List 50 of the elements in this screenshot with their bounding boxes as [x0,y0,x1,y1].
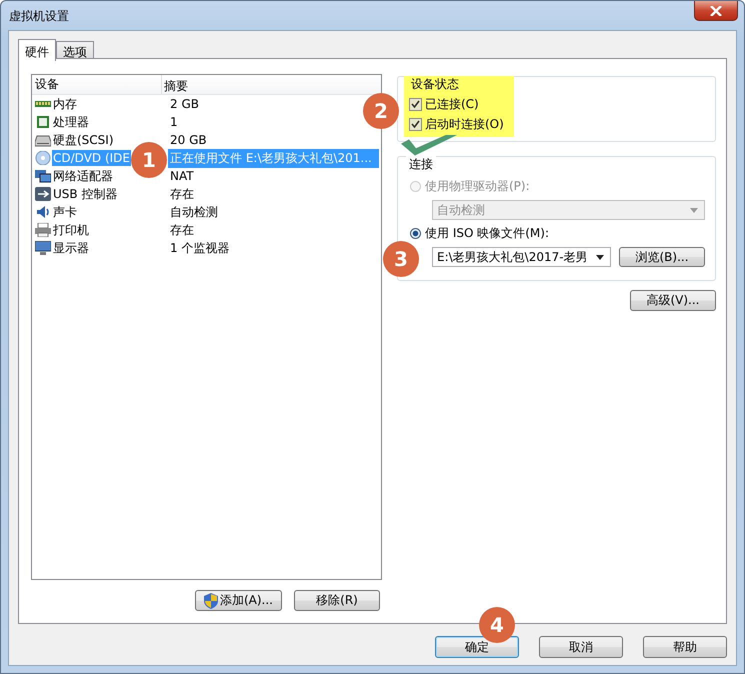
tab[interactable]: 选项 [56,41,94,59]
advanced-button[interactable]: 高级(V)... [630,290,716,311]
device-summary[interactable]: 2 GB [168,96,200,112]
device-name[interactable]: 显示器 [52,238,90,258]
device-button[interactable]: 添加(A)... [194,590,282,611]
checkbox[interactable] [409,98,422,111]
speaker-icon [35,205,51,219]
checkbox[interactable] [409,118,422,131]
device-summary[interactable]: NAT [168,168,195,184]
checkmark-icon [401,135,457,157]
usb-icon [35,187,51,201]
printer-icon [35,223,51,237]
device-button[interactable]: 移除(R) [294,590,380,611]
device-name[interactable]: 打印机 [52,220,90,240]
device-name[interactable]: USB 控制器 [52,184,118,204]
checkbox-label: 已连接(C) [425,96,479,113]
device-summary[interactable]: 1 [168,114,179,130]
dialog-button[interactable]: 帮助 [643,636,727,658]
group-title: 设备状态 [410,76,460,93]
dropdown-arrow-icon [690,208,698,212]
checkbox-label: 启动时连接(O) [425,116,504,133]
column-header[interactable]: 设备 [32,75,162,94]
column-header[interactable]: 摘要 [162,75,379,94]
radio-button[interactable] [410,228,421,239]
device-name[interactable]: 内存 [52,94,78,114]
dialog-button[interactable]: 取消 [539,636,623,658]
network-icon [35,169,51,183]
device-name[interactable]: 网络适配器 [52,166,114,186]
dialog-button[interactable]: 确定 [435,636,519,658]
device-summary[interactable]: 自动检测 [168,202,219,222]
monitor-icon [35,241,51,255]
device-summary[interactable]: 20 GB [168,132,208,148]
radio-label: 使用物理驱动器(P): [425,178,530,195]
device-summary[interactable]: 1 个监视器 [168,238,230,258]
path-dropdown[interactable]: E:\老男孩大礼包\2017-老男 [432,247,611,267]
group-title: 连接 [406,156,436,173]
shield-icon [204,592,218,608]
browse-button[interactable]: 浏览(B)... [619,247,705,267]
close-icon [710,6,722,16]
device-summary[interactable]: 存在 [168,220,195,240]
chip-icon [35,115,51,129]
tab[interactable]: 硬件 [18,39,56,61]
close-button[interactable] [694,1,738,21]
dropdown-arrow-icon [596,254,604,260]
device-name[interactable]: 硬盘(SCSI) [52,130,115,150]
device-name[interactable]: 声卡 [52,202,78,222]
device-summary[interactable]: 存在 [168,184,195,204]
radio-label: 使用 ISO 映像文件(M): [425,225,549,242]
window-title: 虚拟机设置 [9,8,69,25]
device-name[interactable]: 处理器 [52,112,90,132]
